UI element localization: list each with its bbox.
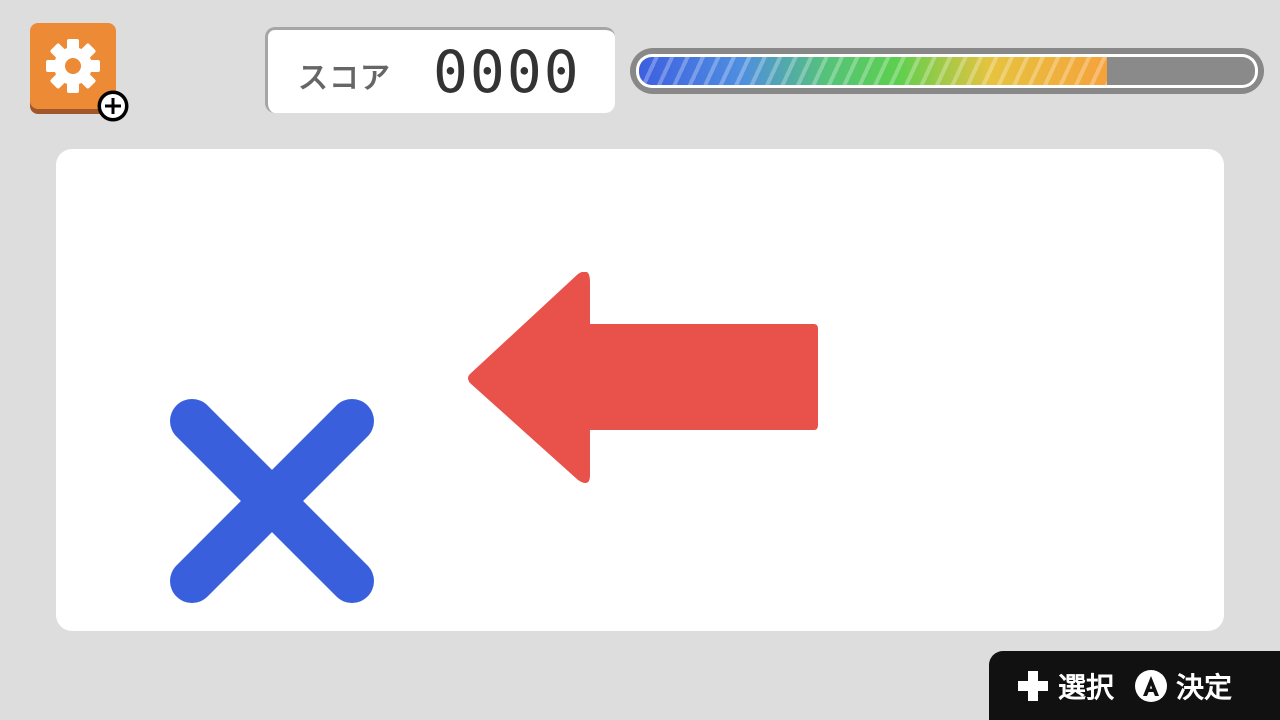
dpad-plus-icon xyxy=(1018,670,1048,701)
left-arrow-icon xyxy=(468,272,818,484)
cross-icon xyxy=(170,399,374,603)
select-hint: 選択 xyxy=(1016,666,1114,706)
score-label: スコア xyxy=(298,61,391,96)
a-button-icon xyxy=(1135,669,1168,702)
score-value: 0000 xyxy=(433,38,581,106)
progress-bar-frame xyxy=(636,54,1258,88)
progress-track xyxy=(639,57,1255,85)
controls-hint-bar: 選択 決定 xyxy=(989,651,1280,720)
select-label: 選択 xyxy=(1058,670,1115,704)
progress-fill xyxy=(639,57,1108,85)
play-area xyxy=(56,149,1224,631)
progress-bar xyxy=(630,48,1264,94)
gear-icon xyxy=(46,39,100,93)
plus-icon[interactable] xyxy=(96,89,130,123)
confirm-hint: 決定 xyxy=(1134,666,1232,706)
confirm-label: 決定 xyxy=(1176,670,1233,704)
score-panel: スコア 0000 xyxy=(265,27,615,113)
